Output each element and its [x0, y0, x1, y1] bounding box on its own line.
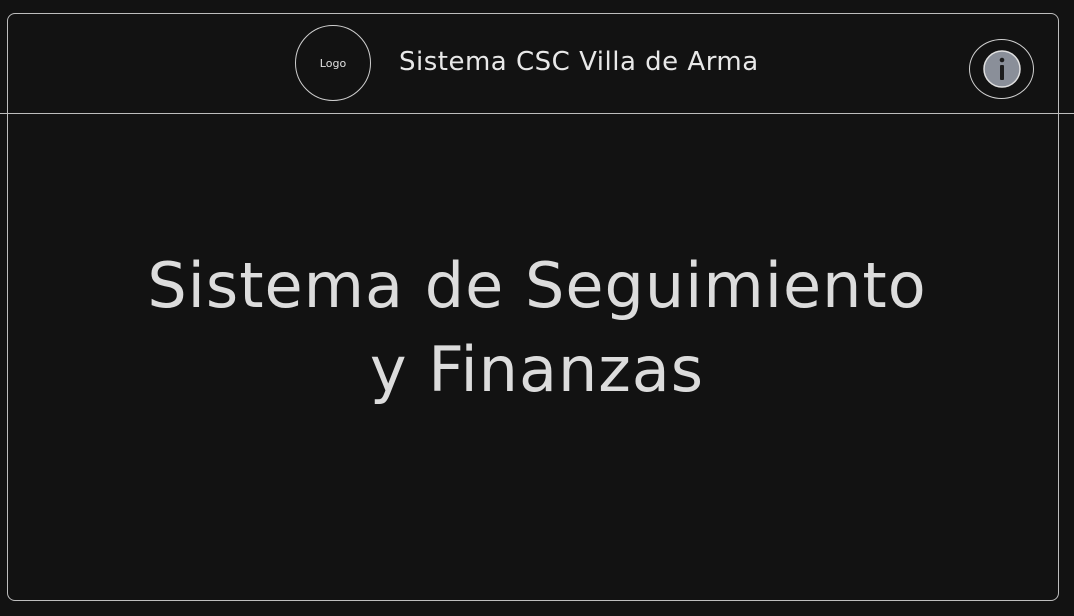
header-divider: [0, 113, 1074, 114]
logo-label: Logo: [319, 56, 347, 70]
page-heading-line-2: y Finanzas: [369, 333, 705, 406]
info-button[interactable]: [969, 39, 1034, 99]
page-heading-line-1: Sistema de Seguimiento: [147, 249, 927, 322]
page-heading: Sistema de Seguimiento y Finanzas: [0, 244, 1074, 412]
logo: Logo: [295, 25, 371, 101]
app-title: Sistema CSC Villa de Arma: [399, 47, 759, 77]
info-icon: [982, 50, 1021, 88]
